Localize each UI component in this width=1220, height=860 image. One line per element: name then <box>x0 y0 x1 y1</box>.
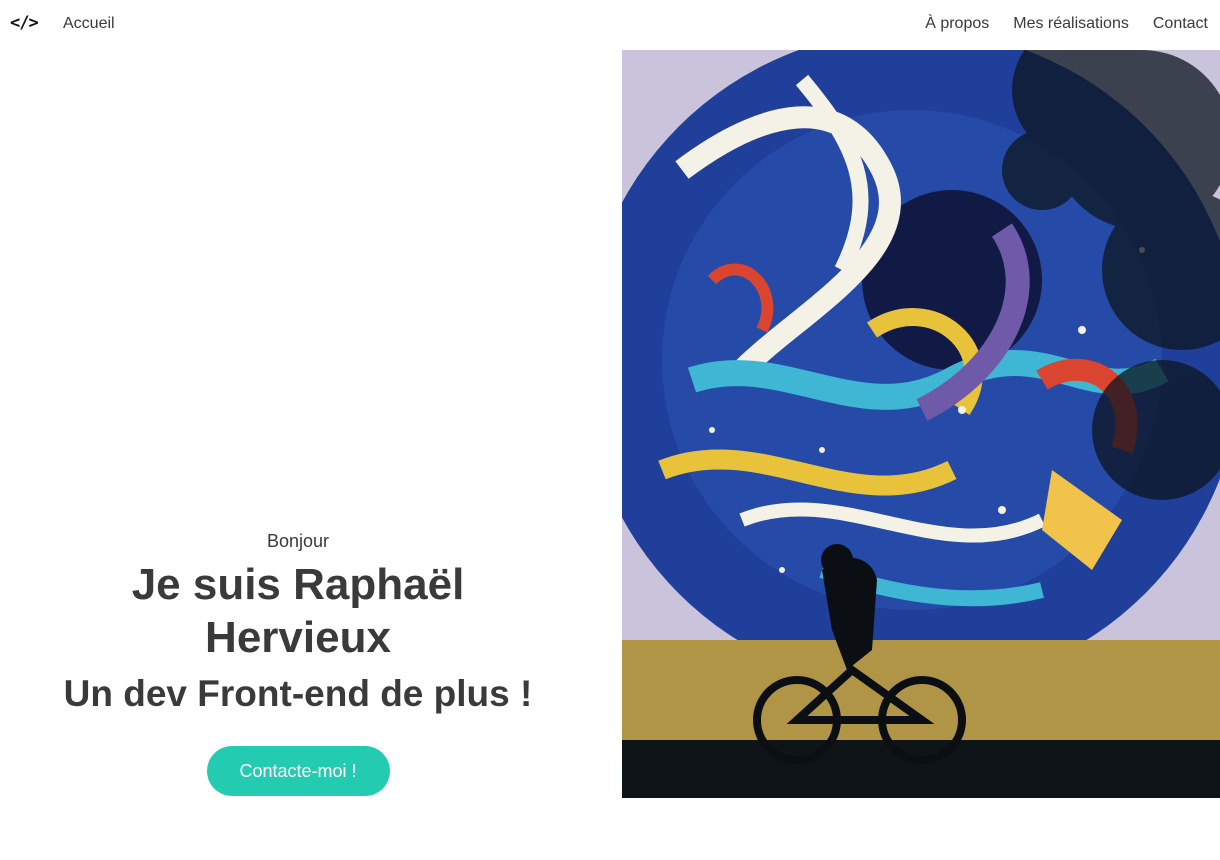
hero-name: Je suis Raphaël Hervieux <box>131 560 465 662</box>
hero-greeting: Bonjour <box>266 531 330 551</box>
hero-section: Bonjour Je suis Raphaël Hervieux Un dev … <box>0 528 596 796</box>
nav-link-home[interactable]: Accueil <box>63 15 115 33</box>
logo-code-icon[interactable]: </> <box>10 13 39 33</box>
nav-link-about[interactable]: À propos <box>925 15 989 33</box>
nav-link-projects[interactable]: Mes réalisations <box>1013 15 1129 33</box>
nav-links: À propos Mes réalisations Contact <box>925 15 1208 33</box>
street-mural-photo <box>622 50 1220 798</box>
mural-illustration <box>622 50 1220 798</box>
contact-button[interactable]: Contacte-moi ! <box>206 746 390 796</box>
hero-tagline: Un dev Front-end de plus ! <box>63 673 533 714</box>
navbar: </> Accueil À propos Mes réalisations Co… <box>0 0 1220 50</box>
nav-link-contact[interactable]: Contact <box>1153 15 1208 33</box>
